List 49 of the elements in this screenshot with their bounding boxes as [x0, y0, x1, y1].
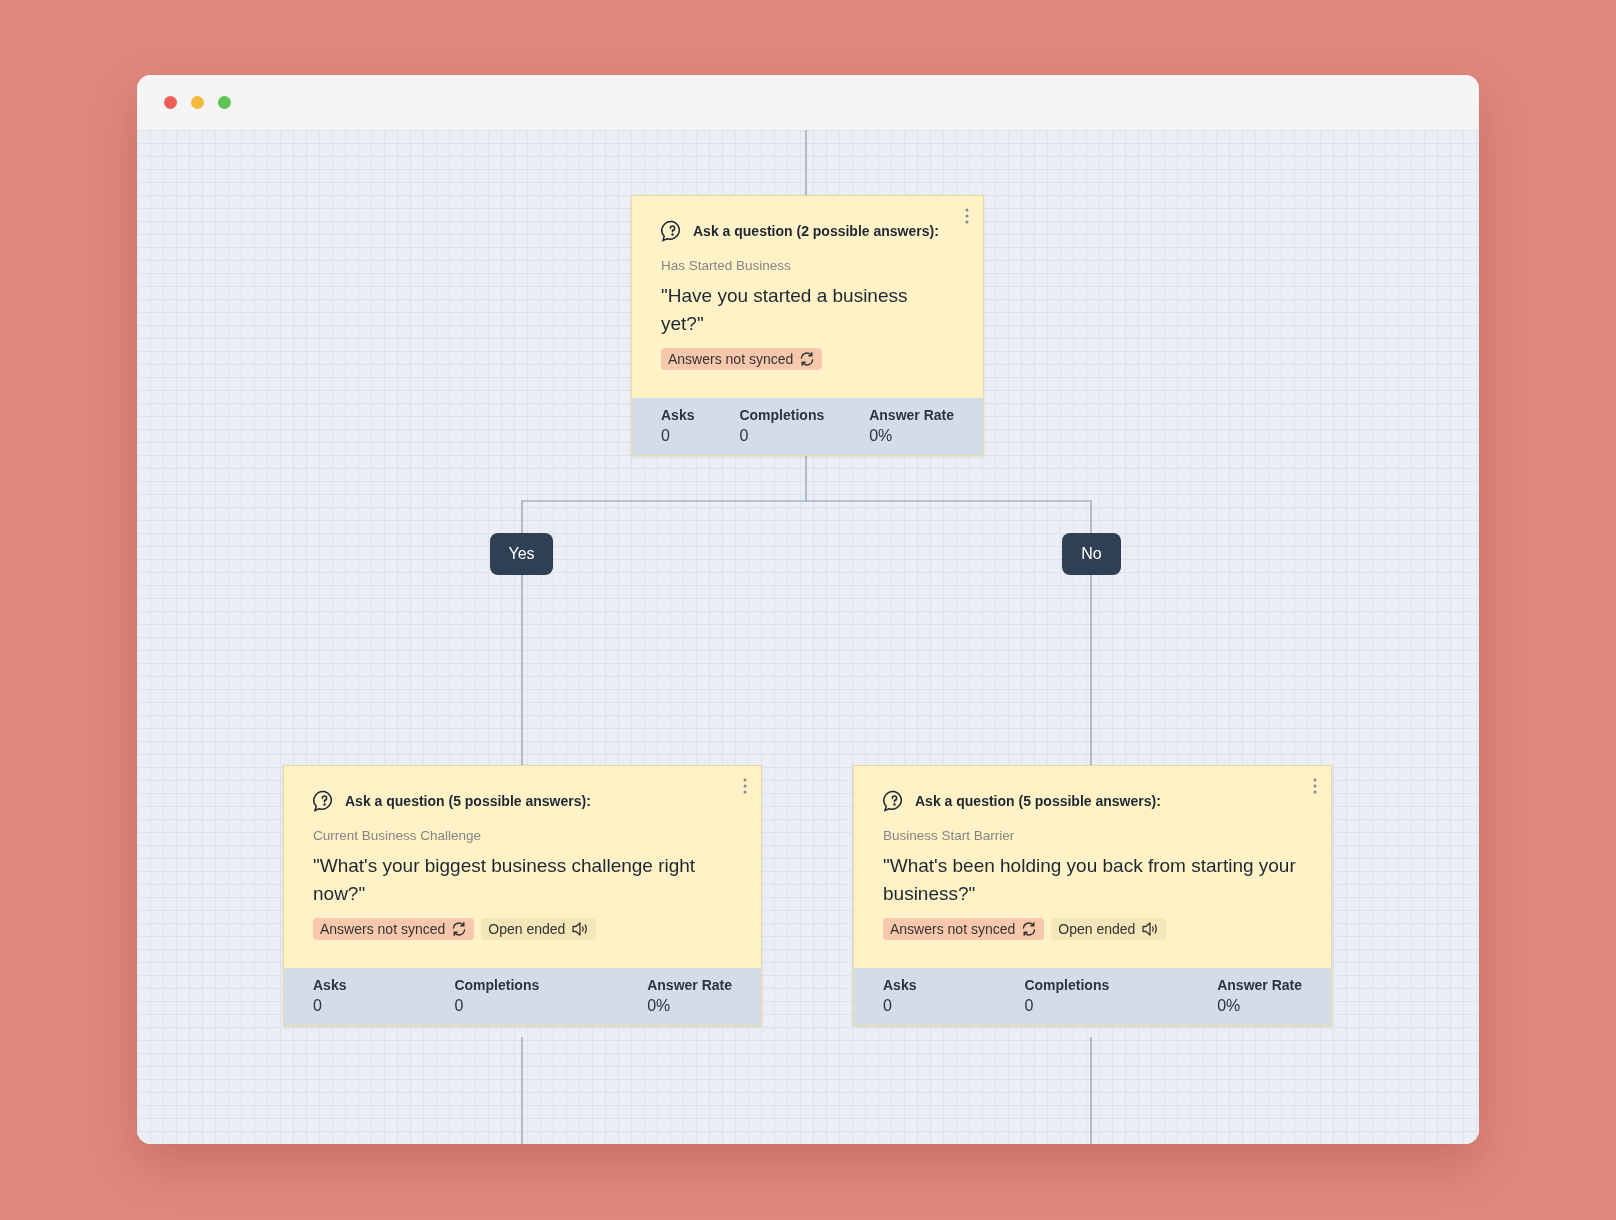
question-text: "What's your biggest business challenge right now?"	[313, 854, 697, 906]
connector-line	[805, 130, 807, 196]
sync-status-tag: Answers not synced	[661, 348, 823, 370]
maximize-icon[interactable]	[218, 96, 231, 109]
stat-label: Asks	[313, 977, 347, 993]
close-icon[interactable]	[164, 96, 177, 109]
stat-value: 0	[661, 427, 671, 445]
answer-type-tag: Open ended	[481, 918, 597, 940]
stat-value: 0%	[1217, 997, 1242, 1015]
question-card[interactable]: Ask a question (5 possible answers): Current Business Challenge "What's your biggest business challenge right now?" Answers not synced Open ended Asks 0 Completions 0 Answer Rate 0%	[283, 765, 762, 1026]
speaker-icon	[571, 921, 590, 937]
stat-label: Answer Rate	[869, 407, 954, 423]
more-options-icon[interactable]	[743, 778, 747, 794]
stat-value: 0	[739, 427, 750, 445]
branch-label[interactable]: No	[1062, 533, 1121, 575]
refresh-icon	[1021, 921, 1038, 937]
stat-label: Asks	[661, 407, 695, 423]
minimize-icon[interactable]	[191, 96, 204, 109]
node-title: Ask a question (5 possible answers):	[915, 793, 1161, 809]
more-options-icon[interactable]	[1313, 778, 1317, 794]
sync-status-tag: Answers not synced	[313, 918, 475, 940]
stat-value: 0%	[647, 997, 672, 1015]
node-title: Ask a question (5 possible answers):	[345, 793, 591, 809]
question-text: "What's been holding you back from starting your business?"	[883, 854, 1297, 906]
branch-label[interactable]: Yes	[490, 533, 553, 575]
question-name: Has Started Business	[661, 258, 792, 273]
refresh-icon	[451, 921, 468, 937]
stat-label: Completions	[739, 407, 825, 423]
question-name: Business Start Barrier	[883, 828, 1016, 843]
more-options-icon[interactable]	[965, 208, 969, 224]
sync-status-tag: Answers not synced	[883, 918, 1045, 940]
node-title: Ask a question (2 possible answers):	[693, 223, 939, 239]
stat-value: 0	[883, 997, 893, 1015]
stat-label: Completions	[454, 977, 540, 993]
answer-type-tag: Open ended	[1051, 918, 1167, 940]
stat-value: 0	[454, 997, 465, 1015]
stat-label: Completions	[1024, 977, 1110, 993]
speaker-icon	[1141, 921, 1160, 937]
stat-value: 0%	[869, 427, 894, 445]
question-card[interactable]: Ask a question (2 possible answers): Has Started Business "Have you started a business yet?" Answers not synced Asks 0 Completions 0 Answer Rate 0%	[631, 195, 984, 456]
refresh-icon	[799, 351, 816, 367]
stat-label: Answer Rate	[647, 977, 732, 993]
question-name: Current Business Challenge	[313, 828, 483, 843]
stat-label: Answer Rate	[1217, 977, 1302, 993]
stat-value: 0	[1024, 997, 1035, 1015]
stat-label: Asks	[883, 977, 917, 993]
question-card[interactable]: Ask a question (5 possible answers): Business Start Barrier "What's been holding you back from starting your business?" Answers not synced Open ended Asks 0 Completions 0 Answer Rate 0%	[853, 765, 1332, 1026]
stat-value: 0	[313, 997, 323, 1015]
question-text: "Have you started a business yet?"	[661, 284, 909, 336]
